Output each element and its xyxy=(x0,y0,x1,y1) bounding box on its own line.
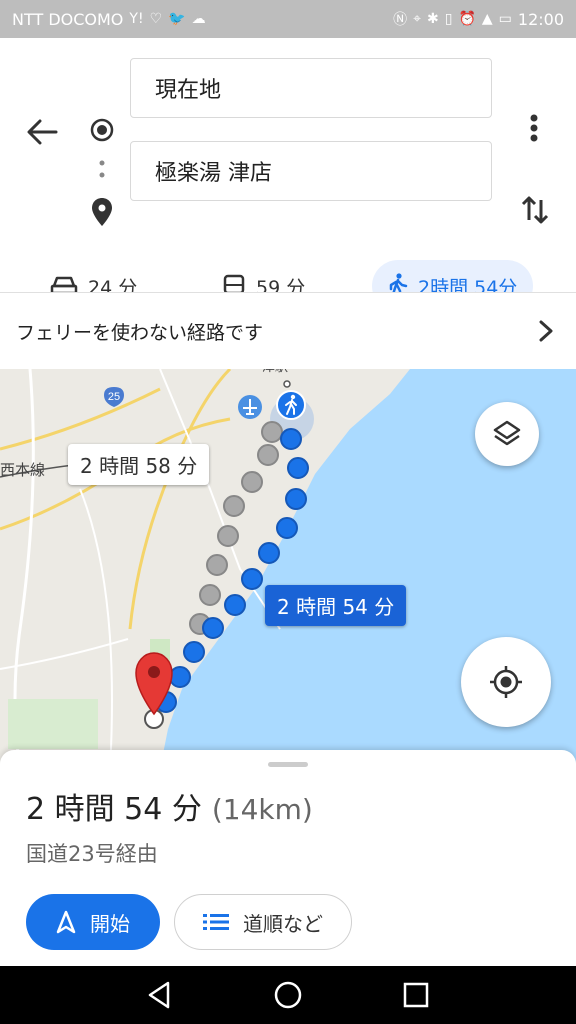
route-summary-sheet[interactable]: 2 時間 54 分 (14km) 国道23号経由 開始 道順など xyxy=(0,750,576,966)
chevron-right-icon xyxy=(539,320,553,342)
rail-label: 西本線 xyxy=(0,461,45,479)
station-label: 津駅 xyxy=(262,369,288,375)
swap-icon[interactable] xyxy=(519,192,551,228)
route-number: 25 xyxy=(108,391,120,403)
nfc-icon: Ⓝ xyxy=(393,12,408,28)
origin-input[interactable]: 現在地 xyxy=(130,58,492,118)
back-arrow-icon[interactable] xyxy=(22,112,62,152)
my-location-button[interactable] xyxy=(461,637,551,727)
park-area xyxy=(8,699,98,749)
destination-text: 極楽湯 津店 xyxy=(155,161,272,186)
road xyxy=(0,387,161,451)
location-icon: ⌖ xyxy=(413,11,421,27)
layers-icon xyxy=(493,420,521,446)
start-navigation-button[interactable]: 開始 xyxy=(26,894,160,950)
battery-icon: ▭ xyxy=(498,11,512,27)
vibrate-icon: ▯ xyxy=(444,11,453,27)
directions-header: 現在地 極楽湯 津店 24 分 59 分 2時間 54分 xyxy=(0,38,576,312)
layers-button[interactable] xyxy=(475,402,539,466)
origin-dot-icon xyxy=(90,118,114,142)
selected-route-time-label[interactable]: 2 時間 54 分 xyxy=(265,585,407,626)
navigation-arrow-icon xyxy=(56,910,76,934)
list-icon xyxy=(203,914,229,930)
signal-4g-icon: ▲ xyxy=(481,11,493,27)
destination-pin-icon xyxy=(92,198,112,226)
origin-text: 現在地 xyxy=(155,78,222,103)
route-duration: 2 時間 54 分 (14km) xyxy=(26,784,313,828)
recents-icon[interactable] xyxy=(400,979,432,1011)
twitter-icon: 🐦 xyxy=(168,11,186,27)
connector-dots-icon xyxy=(99,160,105,178)
destination-input[interactable]: 極楽湯 津店 xyxy=(130,141,492,201)
alt-route-time-label[interactable]: 2 時間 58 分 xyxy=(68,444,210,485)
clock: 12:00 xyxy=(517,9,564,29)
cloud-icon: ☁ xyxy=(191,11,206,27)
heartbeat-icon: ♡ xyxy=(149,11,163,27)
system-nav-bar xyxy=(0,966,576,1024)
ferry-notice-text: フェリーを使わない経路です xyxy=(16,321,264,344)
bluetooth-icon: ✱ xyxy=(426,11,439,27)
my-location-icon xyxy=(490,666,522,698)
destination-pin-center xyxy=(148,666,160,678)
back-icon[interactable] xyxy=(144,979,176,1011)
sheet-drag-handle[interactable] xyxy=(268,762,308,767)
station-dot xyxy=(283,380,291,388)
yahoo-icon: Y! xyxy=(129,11,144,27)
carrier-label: NTT DOCOMO xyxy=(12,9,124,29)
steps-button[interactable]: 道順など xyxy=(174,894,352,950)
route-distance: (14km) xyxy=(211,793,313,826)
alarm-icon: ⏰ xyxy=(458,11,476,27)
start-label: 開始 xyxy=(90,911,130,936)
home-icon[interactable] xyxy=(272,979,304,1011)
more-options-icon[interactable] xyxy=(522,110,546,146)
status-bar: NTT DOCOMO Y! ♡ 🐦 ☁ Ⓝ ⌖ ✱ ▯ ⏰ ▲ ▭ 12:00 xyxy=(0,0,576,38)
steps-label: 道順など xyxy=(243,911,323,936)
route-duration-text: 2 時間 54 分 xyxy=(26,792,202,827)
route-via: 国道23号経由 xyxy=(26,842,158,866)
ferry-notice-row[interactable]: フェリーを使わない経路です xyxy=(0,293,576,369)
